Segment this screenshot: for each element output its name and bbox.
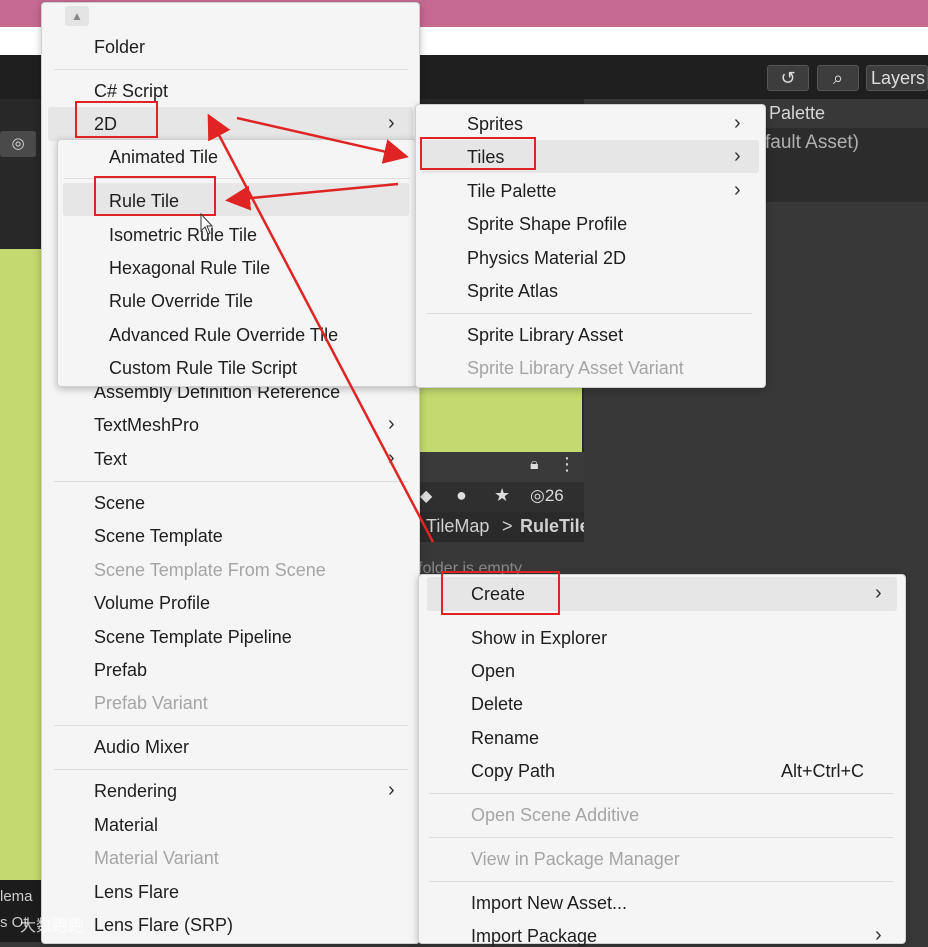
arrow-2d-to-tiles — [236, 116, 409, 164]
annotation-arrows — [207, 113, 435, 543]
arrow-tiles-to-rule-tile — [225, 182, 399, 211]
mouse-cursor-icon — [200, 213, 214, 235]
arrow-create-to-2d — [207, 113, 435, 543]
